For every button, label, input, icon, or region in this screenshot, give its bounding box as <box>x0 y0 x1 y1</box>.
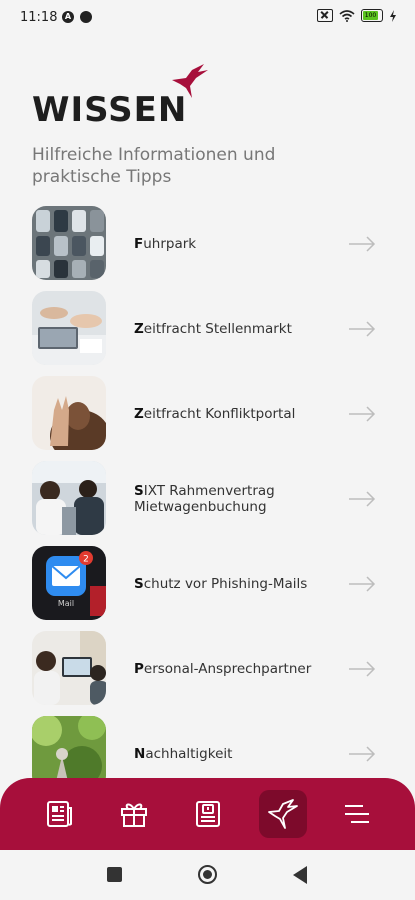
thumbnail-laptop <box>32 291 106 365</box>
blocked-icon <box>80 11 92 23</box>
bottom-navigation <box>0 778 415 850</box>
thumbnail-office-meeting <box>32 631 106 705</box>
nav-menu-button[interactable] <box>333 790 381 838</box>
arrow-right-icon <box>349 236 376 252</box>
list-item-label: Zeitfracht Konfliktportal <box>134 406 296 422</box>
arrow-right-icon <box>349 661 376 677</box>
nav-document-button[interactable] <box>184 790 232 838</box>
a-badge-icon: A <box>62 11 74 23</box>
status-icons: 100 <box>317 9 397 22</box>
no-sim-icon <box>317 9 333 22</box>
thumbnail-car-interior <box>32 461 106 535</box>
list-item-label: Personal-Ansprechpartner <box>134 661 312 677</box>
arrow-right-icon <box>349 746 376 762</box>
page-subtitle: Hilfreiche Informationen und praktische … <box>32 145 276 187</box>
battery-icon: 100 <box>361 9 383 22</box>
arrow-right-icon <box>349 321 376 337</box>
list-item-sixt[interactable]: SIXT Rahmenvertrag Mietwagenbuchung <box>0 461 415 537</box>
news-icon <box>47 801 72 827</box>
thumbnail-mail-app: 2 Mail <box>32 546 106 620</box>
wifi-icon <box>339 9 355 22</box>
arrow-right-icon <box>349 491 376 507</box>
arrow-right-icon <box>349 576 376 592</box>
thumbnail-parking-lot <box>32 206 106 280</box>
recent-apps-icon[interactable] <box>107 867 122 882</box>
charging-icon <box>390 9 396 22</box>
home-icon[interactable] <box>198 865 217 884</box>
list-item-personal[interactable]: Personal-Ansprechpartner <box>0 631 415 707</box>
list-item-fuhrpark[interactable]: Fuhrpark <box>0 206 415 282</box>
status-time: 11:18 <box>20 10 58 25</box>
page-title: WISSEN <box>32 90 188 130</box>
list-item-phishing[interactable]: 2 Mail Schutz vor Phishing-Mails <box>0 546 415 622</box>
list-item-label: Nachhaltigkeit <box>134 746 233 762</box>
hummingbird-icon <box>268 799 298 829</box>
battery-level: 100 <box>363 11 378 20</box>
list-item-label: Fuhrpark <box>134 236 197 252</box>
system-navigation-bar <box>0 850 415 900</box>
status-bar: 11:18 A 100 <box>0 0 415 36</box>
menu-icon <box>345 805 369 823</box>
nav-wissen-button[interactable] <box>259 790 307 838</box>
nav-news-button[interactable] <box>35 790 83 838</box>
list-item-label: Zeitfracht Stellenmarkt <box>134 321 292 337</box>
list-item-label: Schutz vor Phishing-Mails <box>134 576 308 592</box>
document-icon <box>196 801 220 827</box>
nav-gift-button[interactable] <box>110 790 158 838</box>
hummingbird-icon <box>172 64 208 98</box>
gift-icon <box>121 803 147 827</box>
mail-app-label: Mail <box>58 599 74 608</box>
list-item-stellenmarkt[interactable]: Zeitfracht Stellenmarkt <box>0 291 415 367</box>
mail-badge-count: 2 <box>83 555 89 565</box>
list-item-konfliktportal[interactable]: Zeitfracht Konfliktportal <box>0 376 415 452</box>
arrow-right-icon <box>349 406 376 422</box>
thumbnail-hand-gesture <box>32 376 106 450</box>
list-item-label: SIXT Rahmenvertrag Mietwagenbuchung <box>134 483 275 515</box>
back-icon[interactable] <box>293 866 307 884</box>
